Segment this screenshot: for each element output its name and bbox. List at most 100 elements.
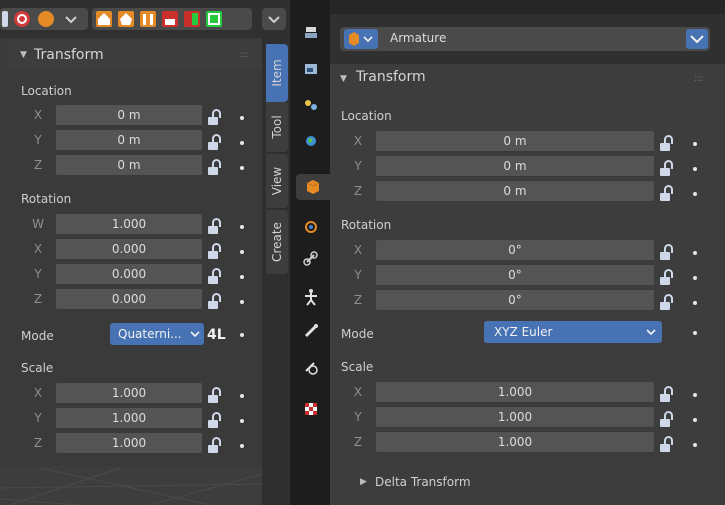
- keyframe-dot-icon[interactable]: [240, 225, 244, 229]
- drag-grip-icon[interactable]: ::::: [694, 74, 703, 84]
- object-name-field[interactable]: Armature: [340, 27, 710, 51]
- output-icon[interactable]: [298, 56, 324, 82]
- tool-icon[interactable]: [298, 20, 324, 46]
- location-y-field[interactable]: 0 m: [375, 155, 655, 177]
- house-outline-icon[interactable]: [118, 11, 134, 27]
- tab-create[interactable]: Create: [266, 210, 288, 274]
- bone-icon[interactable]: [298, 318, 324, 344]
- lock-icon[interactable]: [208, 412, 222, 428]
- keyframe-dot-icon[interactable]: [693, 393, 697, 397]
- lock-icon[interactable]: [208, 268, 222, 284]
- tab-view[interactable]: View: [266, 154, 288, 208]
- lock-icon[interactable]: [660, 244, 674, 260]
- keyframe-dot-icon[interactable]: [240, 444, 244, 448]
- keyframe-dot-icon[interactable]: [693, 251, 697, 255]
- scale-x-field[interactable]: 1.000: [55, 382, 203, 404]
- render-icon[interactable]: [184, 11, 200, 27]
- lock-icon[interactable]: [208, 243, 222, 259]
- shading-toggle-group[interactable]: [0, 8, 88, 30]
- keyframe-dot-icon[interactable]: [693, 331, 697, 335]
- lock-icon[interactable]: [208, 387, 222, 403]
- visibility-toggle-group[interactable]: [92, 8, 252, 30]
- location-z-field[interactable]: 0 m: [55, 154, 203, 176]
- keyframe-dot-icon[interactable]: [240, 166, 244, 170]
- grid-lines: [0, 467, 262, 505]
- tab-item[interactable]: Item: [266, 44, 288, 102]
- scale-z-field[interactable]: 1.000: [55, 432, 203, 454]
- header-extra: [262, 0, 290, 38]
- delta-transform-subpanel[interactable]: ▶ Delta Transform: [340, 468, 720, 496]
- lock-icon[interactable]: [208, 218, 222, 234]
- rotation-z-field[interactable]: 0.000: [55, 288, 203, 310]
- drag-grip-icon[interactable]: ::::: [240, 50, 249, 60]
- location-x-field[interactable]: 0 m: [375, 130, 655, 152]
- rotation-w-field[interactable]: 1.000: [55, 213, 203, 235]
- lock-icon[interactable]: [660, 294, 674, 310]
- lock-icon[interactable]: [660, 411, 674, 427]
- lock-icon[interactable]: [208, 437, 222, 453]
- location-z-field[interactable]: 0 m: [375, 180, 655, 202]
- rotation-y-field[interactable]: 0°: [375, 264, 655, 286]
- tab-tool[interactable]: Tool: [266, 102, 288, 152]
- keyframe-dot-icon[interactable]: [240, 275, 244, 279]
- rotation-y-field[interactable]: 0.000: [55, 263, 203, 285]
- location-x-field[interactable]: 0 m: [55, 104, 203, 126]
- lock-icon[interactable]: [660, 386, 674, 402]
- view-layer-icon[interactable]: [298, 92, 324, 118]
- keyframe-dot-icon[interactable]: [693, 142, 697, 146]
- keyframe-dot-icon[interactable]: [240, 141, 244, 145]
- lock-icon[interactable]: [208, 159, 222, 175]
- bone-constraints-icon[interactable]: [298, 354, 324, 380]
- armature-data-icon[interactable]: [298, 284, 324, 310]
- scale-z-field[interactable]: 1.000: [375, 431, 655, 453]
- keyframe-dot-icon[interactable]: [240, 300, 244, 304]
- rotation-mode-dropdown[interactable]: XYZ Euler: [484, 321, 662, 343]
- gizmo-icon[interactable]: [38, 11, 54, 27]
- material-icon[interactable]: [162, 11, 178, 27]
- constraints-icon[interactable]: [298, 214, 324, 240]
- texture-icon[interactable]: [298, 396, 324, 422]
- scale-y-field[interactable]: 1.000: [375, 406, 655, 428]
- keyframe-dot-icon[interactable]: [693, 301, 697, 305]
- lock-icon[interactable]: [660, 436, 674, 452]
- lock-icon[interactable]: [660, 185, 674, 201]
- scale-x-field[interactable]: 1.000: [375, 381, 655, 403]
- lock-4l-toggle[interactable]: 4L: [207, 327, 226, 343]
- lock-icon[interactable]: [660, 160, 674, 176]
- chevron-down-icon[interactable]: [60, 11, 82, 27]
- rotation-x-field[interactable]: 0.000: [55, 238, 203, 260]
- keyframe-dot-icon[interactable]: [240, 394, 244, 398]
- keyframe-dot-icon[interactable]: [693, 276, 697, 280]
- transform-panel-header[interactable]: ▼ Transform ::::: [8, 40, 264, 70]
- overlay-icon[interactable]: [14, 11, 30, 27]
- wireframe-icon[interactable]: [206, 11, 222, 27]
- keyframe-dot-icon[interactable]: [240, 250, 244, 254]
- rotation-mode-dropdown[interactable]: Quaterni...: [110, 323, 204, 345]
- house-icon[interactable]: [96, 11, 112, 27]
- collapse-triangle-icon: ▼: [340, 74, 347, 84]
- rotation-x-field[interactable]: 0°: [375, 239, 655, 261]
- pillars-icon[interactable]: [140, 11, 156, 27]
- world-icon[interactable]: [298, 128, 324, 154]
- object-type-dropdown[interactable]: [344, 29, 378, 49]
- rotation-y-label: Y: [34, 267, 42, 281]
- object-icon[interactable]: [296, 174, 330, 200]
- link-icon[interactable]: [298, 246, 324, 272]
- rotation-z-field[interactable]: 0°: [375, 289, 655, 311]
- keyframe-dot-icon[interactable]: [693, 418, 697, 422]
- chevron-down-icon[interactable]: [686, 29, 708, 49]
- lock-icon[interactable]: [660, 269, 674, 285]
- lock-icon[interactable]: [208, 109, 222, 125]
- lock-icon[interactable]: [660, 135, 674, 151]
- keyframe-dot-icon[interactable]: [693, 192, 697, 196]
- scale-y-field[interactable]: 1.000: [55, 407, 203, 429]
- location-y-field[interactable]: 0 m: [55, 129, 203, 151]
- keyframe-dot-icon[interactable]: [240, 333, 244, 337]
- keyframe-dot-icon[interactable]: [240, 419, 244, 423]
- keyframe-dot-icon[interactable]: [240, 116, 244, 120]
- lock-icon[interactable]: [208, 293, 222, 309]
- keyframe-dot-icon[interactable]: [693, 443, 697, 447]
- keyframe-dot-icon[interactable]: [693, 167, 697, 171]
- lock-icon[interactable]: [208, 134, 222, 150]
- chevron-down-icon[interactable]: [262, 8, 286, 30]
